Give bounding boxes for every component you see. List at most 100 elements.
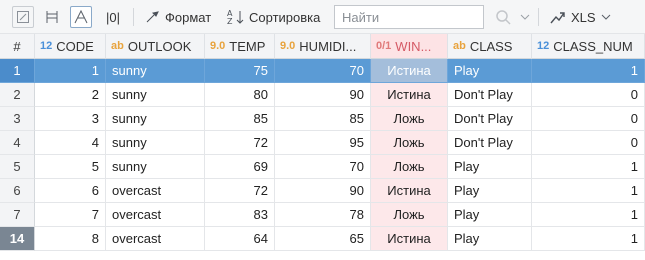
cell-humidity[interactable]: 85 <box>275 107 371 131</box>
cell-temp[interactable]: 69 <box>205 155 275 179</box>
cell-windy[interactable]: Ложь <box>371 203 448 227</box>
cell-windy[interactable]: Истина <box>371 59 448 83</box>
row-number[interactable]: 5 <box>0 155 35 179</box>
format-button[interactable]: Формат <box>144 6 211 28</box>
export-dropdown[interactable] <box>601 6 611 28</box>
cell-temp[interactable]: 72 <box>205 179 275 203</box>
cell-class[interactable]: Don't Play <box>448 83 532 107</box>
cell-windy[interactable]: Ложь <box>371 155 448 179</box>
cell-humidity[interactable]: 90 <box>275 179 371 203</box>
column-name: OUTLOOK <box>127 38 192 54</box>
table-row[interactable]: 3 3 sunny 85 85 Ложь Don't Play 0 <box>0 107 645 131</box>
cell-class-num[interactable]: 1 <box>532 155 645 179</box>
cell-temp[interactable]: 64 <box>205 227 275 251</box>
cell-class[interactable]: Play <box>448 155 532 179</box>
cell-code[interactable]: 4 <box>35 131 106 155</box>
cell-humidity[interactable]: 95 <box>275 131 371 155</box>
sort-button[interactable]: AZ Сортировка <box>227 6 320 28</box>
cell-class-num[interactable]: 1 <box>532 179 645 203</box>
type-string-icon: ab <box>111 40 124 52</box>
table-row[interactable]: 7 7 overcast 83 78 Ложь Play 1 <box>0 203 645 227</box>
cell-temp[interactable]: 75 <box>205 59 275 83</box>
cell-class[interactable]: Play <box>448 59 532 83</box>
table-row[interactable]: 4 4 sunny 72 95 Ложь Don't Play 0 <box>0 131 645 155</box>
grid-view-button[interactable] <box>12 6 34 28</box>
cell-humidity[interactable]: 70 <box>275 155 371 179</box>
search-options-dropdown[interactable] <box>520 6 530 28</box>
separator <box>133 8 134 26</box>
column-header-outlook[interactable]: ab OUTLOOK <box>106 34 205 59</box>
cell-class-num[interactable]: 1 <box>532 59 645 83</box>
cell-class-num[interactable]: 0 <box>532 131 645 155</box>
column-header-humidity[interactable]: 9.0 HUMIDI... <box>275 34 371 59</box>
row-number[interactable]: 1 <box>0 59 35 83</box>
column-header-row-number: # <box>0 34 35 59</box>
table-row[interactable]: 6 6 overcast 72 90 Истина Play 1 <box>0 179 645 203</box>
cell-windy[interactable]: Истина <box>371 227 448 251</box>
cell-class-num[interactable]: 0 <box>532 83 645 107</box>
columns-button[interactable] <box>42 6 62 28</box>
cell-humidity[interactable]: 78 <box>275 203 371 227</box>
export-label: XLS <box>571 9 596 25</box>
cell-temp[interactable]: 83 <box>205 203 275 227</box>
column-header-temp[interactable]: 9.0 TEMP <box>205 34 275 59</box>
cell-temp[interactable]: 85 <box>205 107 275 131</box>
cell-code[interactable]: 6 <box>35 179 106 203</box>
cell-windy[interactable]: Истина <box>371 179 448 203</box>
table-row[interactable]: 14 8 overcast 64 65 Истина Play 1 <box>0 227 645 251</box>
column-header-class[interactable]: ab CLASS <box>448 34 532 59</box>
cell-class-num[interactable]: 1 <box>532 227 645 251</box>
table-row[interactable]: 5 5 sunny 69 70 Ложь Play 1 <box>0 155 645 179</box>
text-view-toggle[interactable]: |0| <box>102 6 124 28</box>
row-number[interactable]: 7 <box>0 203 35 227</box>
cell-humidity[interactable]: 65 <box>275 227 371 251</box>
export-button[interactable]: XLS <box>550 6 596 28</box>
cell-code[interactable]: 5 <box>35 155 106 179</box>
cell-class-num[interactable]: 0 <box>532 107 645 131</box>
cell-outlook[interactable]: sunny <box>106 59 205 83</box>
cell-code[interactable]: 1 <box>35 59 106 83</box>
row-number[interactable]: 14 <box>0 227 35 251</box>
column-header-code[interactable]: 12 CODE <box>35 34 106 59</box>
table-row[interactable]: 1 1 sunny 75 70 Истина Play 1 <box>0 59 645 83</box>
column-header-windy[interactable]: 0/1 WIN... <box>371 34 448 59</box>
toolbar: |0| Формат AZ Сортировка XLS <box>0 0 645 34</box>
cell-outlook[interactable]: sunny <box>106 155 205 179</box>
row-number[interactable]: 6 <box>0 179 35 203</box>
cell-temp[interactable]: 72 <box>205 131 275 155</box>
table-row[interactable]: 2 2 sunny 80 90 Истина Don't Play 0 <box>0 83 645 107</box>
cell-humidity[interactable]: 90 <box>275 83 371 107</box>
cell-class[interactable]: Play <box>448 227 532 251</box>
row-number[interactable]: 4 <box>0 131 35 155</box>
cell-outlook[interactable]: overcast <box>106 203 205 227</box>
cell-windy[interactable]: Истина <box>371 83 448 107</box>
cell-code[interactable]: 2 <box>35 83 106 107</box>
filter-mode-button[interactable] <box>70 6 92 28</box>
cell-class[interactable]: Don't Play <box>448 107 532 131</box>
column-name: TEMP <box>229 38 266 54</box>
type-decimal-icon: 9.0 <box>280 40 296 52</box>
cell-class[interactable]: Play <box>448 179 532 203</box>
cell-outlook[interactable]: overcast <box>106 179 205 203</box>
row-number[interactable]: 3 <box>0 107 35 131</box>
cell-code[interactable]: 8 <box>35 227 106 251</box>
cell-outlook[interactable]: overcast <box>106 227 205 251</box>
search-input[interactable] <box>334 5 484 29</box>
cell-class[interactable]: Don't Play <box>448 131 532 155</box>
cell-temp[interactable]: 80 <box>205 83 275 107</box>
cell-class-num[interactable]: 1 <box>532 203 645 227</box>
cell-outlook[interactable]: sunny <box>106 83 205 107</box>
cell-class[interactable]: Play <box>448 203 532 227</box>
cell-outlook[interactable]: sunny <box>106 131 205 155</box>
row-number[interactable]: 2 <box>0 83 35 107</box>
cell-outlook[interactable]: sunny <box>106 107 205 131</box>
search-button[interactable] <box>495 6 511 28</box>
cell-humidity[interactable]: 70 <box>275 59 371 83</box>
sort-az-icon: AZ <box>227 9 244 25</box>
chevron-down-icon <box>520 14 530 20</box>
cell-windy[interactable]: Ложь <box>371 107 448 131</box>
cell-windy[interactable]: Ложь <box>371 131 448 155</box>
cell-code[interactable]: 3 <box>35 107 106 131</box>
cell-code[interactable]: 7 <box>35 203 106 227</box>
column-header-class-num[interactable]: 12 CLASS_NUM <box>532 34 645 59</box>
